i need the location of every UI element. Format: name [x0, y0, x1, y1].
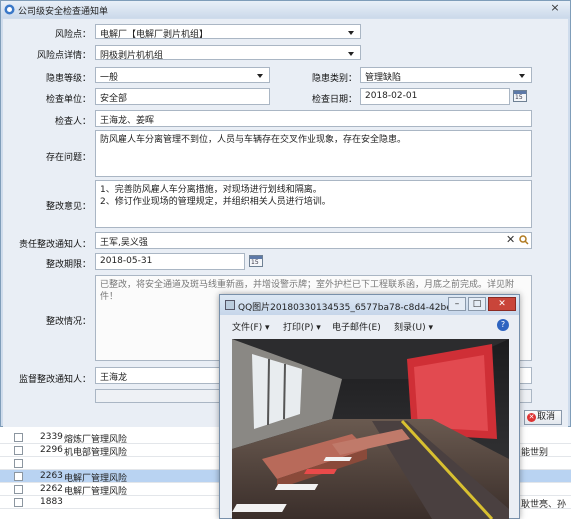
deadline-label: 整改期限：: [45, 260, 91, 270]
row-id: 2339: [40, 432, 63, 442]
dialog-title: 公司级安全检查通知单: [18, 7, 109, 17]
minimize-button[interactable]: –: [448, 297, 466, 311]
inspect-date-field[interactable]: 2018-02-01: [360, 88, 510, 105]
hazard-level-select[interactable]: 一般: [95, 67, 270, 83]
cancel-icon: ✕: [527, 413, 536, 422]
inspect-unit-label: 检查单位：: [45, 95, 91, 105]
opinion-textarea[interactable]: 1、完善防风雇人车分离措施，对现场进行划线和隔离。 2、修订作业现场的管理规定，…: [95, 180, 532, 228]
row-checkbox[interactable]: [14, 498, 23, 507]
notify-field[interactable]: 王军,吴义强 ✕: [95, 232, 532, 249]
close-icon[interactable]: ×: [548, 1, 562, 14]
hazard-level-label: 隐患等级：: [45, 74, 91, 84]
row-checkbox[interactable]: [14, 472, 23, 481]
row-id: 2263: [40, 471, 63, 481]
inspect-date-label: 检查日期：: [311, 95, 357, 105]
viewer-titlebar[interactable]: QQ图片20180330134535_6577ba78-c8d4-42be...…: [220, 295, 519, 315]
row-id: 2296: [40, 445, 63, 455]
inspect-unit-field[interactable]: 安全部: [95, 88, 270, 105]
hazard-type-select[interactable]: 管理缺陷: [360, 67, 532, 83]
problem-label: 存在问题：: [45, 153, 91, 163]
row-extra: 耿世亮、孙: [521, 500, 567, 510]
row-id: 1883: [40, 497, 63, 507]
inspector-value: 王海龙、姜晖: [100, 116, 155, 126]
inspect-unit-value: 安全部: [100, 94, 128, 104]
viewer-menubar: 文件(F) ▾ 打印(P) ▾ 电子邮件(E) 刻录(U) ▾ ?: [220, 317, 519, 333]
status-label: 整改情况：: [45, 317, 91, 327]
opinion-label: 整改意见：: [45, 202, 91, 212]
viewer-close-button[interactable]: ✕: [488, 297, 516, 311]
problem-textarea[interactable]: 防风雇人车分离管理不到位，人员与车辆存在交叉作业现象，存在安全隐患。: [95, 130, 532, 177]
row-id: 2262: [40, 484, 63, 494]
deadline-field[interactable]: 2018-05-31: [95, 253, 245, 270]
search-icon[interactable]: [519, 235, 529, 245]
app-icon: [4, 4, 15, 15]
notify-label: 责任整改通知人：: [18, 240, 91, 250]
cancel-label: 取消: [537, 412, 556, 422]
hazard-type-value: 管理缺陷: [365, 73, 402, 83]
menu-burn[interactable]: 刻录(U) ▾: [394, 320, 433, 333]
risk-point-value: 电解厂【电解厂剥片机组】: [100, 30, 209, 39]
calendar-icon[interactable]: 15: [513, 90, 527, 102]
risk-point-label: 风险点：: [54, 30, 91, 40]
supervisor-label: 监督整改通知人：: [18, 375, 91, 385]
inspector-field[interactable]: 王海龙、姜晖: [95, 110, 532, 127]
hazard-type-label: 隐患类别：: [311, 74, 357, 84]
menu-file[interactable]: 文件(F) ▾: [232, 320, 270, 333]
notify-value: 王军,吴义强: [100, 238, 148, 248]
image-icon: [225, 300, 235, 310]
viewer-title: QQ图片20180330134535_6577ba78-c8d4-42be...: [238, 303, 461, 313]
inspect-date-value: 2018-02-01: [365, 91, 418, 101]
row-checkbox[interactable]: [14, 485, 23, 494]
risk-detail-value: 阴极剥片机机组: [100, 51, 164, 60]
row-checkbox[interactable]: [14, 459, 23, 468]
menu-email[interactable]: 电子邮件(E): [332, 320, 381, 333]
inspector-label: 检查人：: [54, 117, 91, 127]
calendar-icon[interactable]: 15: [249, 255, 263, 267]
dialog-titlebar[interactable]: 公司级安全检查通知单 ×: [1, 1, 570, 18]
hazard-level-value: 一般: [100, 73, 119, 83]
image-viewer-window: QQ图片20180330134535_6577ba78-c8d4-42be...…: [219, 294, 520, 519]
risk-detail-label: 风险点详情：: [36, 51, 91, 61]
help-icon[interactable]: ?: [497, 319, 509, 331]
risk-detail-select[interactable]: 阴极剥片机机组: [95, 45, 361, 60]
deadline-value: 2018-05-31: [100, 256, 153, 266]
menu-print[interactable]: 打印(P) ▾: [283, 320, 321, 333]
maximize-button[interactable]: □: [468, 297, 486, 311]
row-checkbox[interactable]: [14, 433, 23, 442]
clear-icon[interactable]: ✕: [506, 233, 515, 246]
cancel-button[interactable]: ✕ 取消: [524, 410, 562, 425]
workshop-photo: [232, 339, 509, 519]
risk-point-select[interactable]: 电解厂【电解厂剥片机组】: [95, 24, 361, 39]
supervisor-value: 王海龙: [100, 373, 128, 383]
row-checkbox[interactable]: [14, 446, 23, 455]
